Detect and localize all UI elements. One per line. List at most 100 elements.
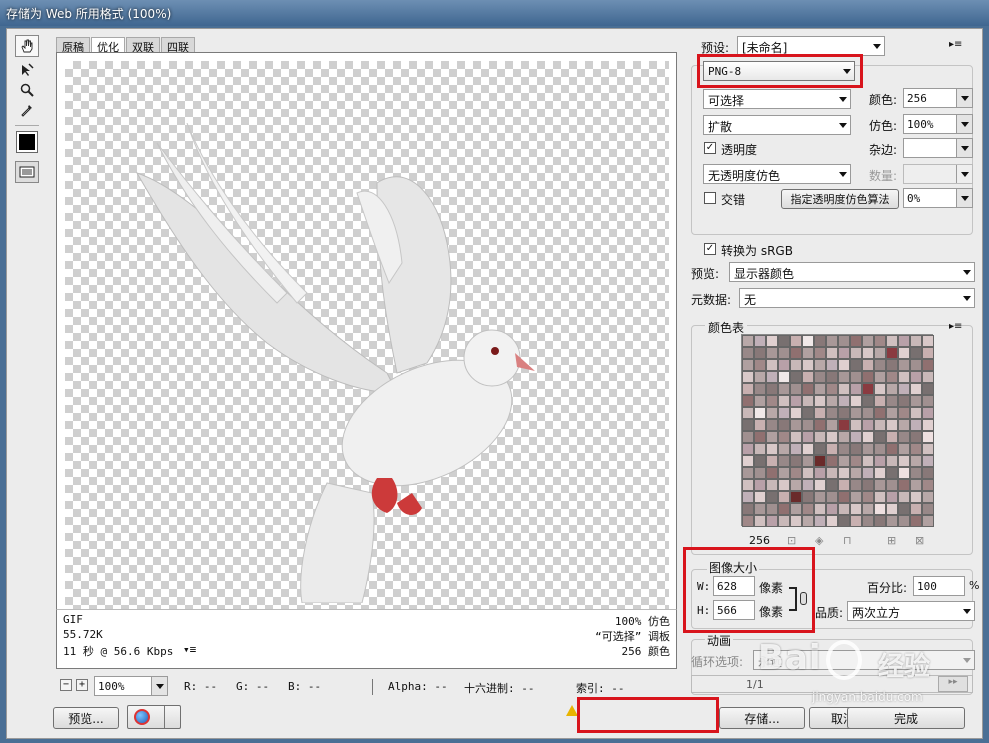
palette-color-cell[interactable] (838, 443, 850, 455)
palette-color-cell[interactable] (790, 467, 802, 479)
palette-color-cell[interactable] (862, 503, 874, 515)
palette-color-cell[interactable] (874, 407, 886, 419)
palette-color-cell[interactable] (862, 455, 874, 467)
new-color-icon[interactable]: ⊞ (887, 534, 896, 547)
palette-color-cell[interactable] (886, 455, 898, 467)
palette-color-cell[interactable] (922, 371, 934, 383)
slice-select-tool-icon[interactable] (15, 59, 39, 81)
quality-select[interactable]: 两次立方 (847, 601, 975, 621)
palette-color-cell[interactable] (814, 431, 826, 443)
palette-color-cell[interactable] (766, 347, 778, 359)
transparency-checkbox[interactable]: ✓ (704, 142, 716, 154)
palette-color-cell[interactable] (922, 383, 934, 395)
palette-color-cell[interactable] (766, 479, 778, 491)
palette-color-cell[interactable] (838, 371, 850, 383)
palette-color-cell[interactable] (754, 371, 766, 383)
web-snap-input[interactable]: 0% (903, 188, 973, 208)
palette-color-cell[interactable] (766, 419, 778, 431)
tab-2up[interactable]: 双联 (126, 37, 160, 54)
save-button[interactable]: 存储... (719, 707, 805, 729)
palette-color-cell[interactable] (886, 371, 898, 383)
palette-color-cell[interactable] (742, 371, 754, 383)
palette-color-cell[interactable] (862, 395, 874, 407)
palette-color-cell[interactable] (814, 443, 826, 455)
palette-color-cell[interactable] (826, 335, 838, 347)
done-button[interactable]: 完成 (847, 707, 965, 729)
palette-color-cell[interactable] (874, 443, 886, 455)
web-shift-icon[interactable]: ◈ (815, 534, 823, 547)
palette-color-cell[interactable] (850, 503, 862, 515)
palette-color-cell[interactable] (778, 383, 790, 395)
palette-color-cell[interactable] (802, 383, 814, 395)
palette-color-cell[interactable] (742, 407, 754, 419)
hand-tool-icon[interactable] (15, 35, 39, 57)
palette-color-cell[interactable] (802, 491, 814, 503)
palette-color-cell[interactable] (886, 491, 898, 503)
palette-color-cell[interactable] (910, 371, 922, 383)
palette-color-cell[interactable] (922, 359, 934, 371)
palette-color-cell[interactable] (766, 455, 778, 467)
palette-color-cell[interactable] (778, 431, 790, 443)
palette-color-cell[interactable] (886, 347, 898, 359)
toggle-slices-icon[interactable] (15, 161, 39, 183)
palette-color-cell[interactable] (778, 407, 790, 419)
palette-color-cell[interactable] (910, 467, 922, 479)
preview-in-browser-button[interactable] (127, 705, 181, 729)
palette-color-cell[interactable] (754, 431, 766, 443)
palette-color-cell[interactable] (898, 335, 910, 347)
palette-color-cell[interactable] (922, 335, 934, 347)
tab-4up[interactable]: 四联 (161, 37, 195, 54)
palette-color-cell[interactable] (874, 515, 886, 527)
dither-algorithm-select[interactable]: 扩散 (703, 115, 851, 135)
palette-color-cell[interactable] (874, 503, 886, 515)
palette-color-cell[interactable] (898, 443, 910, 455)
palette-color-cell[interactable] (862, 347, 874, 359)
palette-color-cell[interactable] (814, 455, 826, 467)
palette-color-cell[interactable] (742, 467, 754, 479)
palette-color-cell[interactable] (802, 419, 814, 431)
palette-color-cell[interactable] (838, 491, 850, 503)
palette-color-cell[interactable] (910, 395, 922, 407)
palette-color-cell[interactable] (850, 407, 862, 419)
palette-color-cell[interactable] (862, 335, 874, 347)
palette-color-cell[interactable] (886, 383, 898, 395)
palette-color-cell[interactable] (862, 443, 874, 455)
palette-color-cell[interactable] (838, 467, 850, 479)
palette-color-cell[interactable] (850, 395, 862, 407)
palette-color-cell[interactable] (898, 383, 910, 395)
palette-color-cell[interactable] (742, 515, 754, 527)
map-color-icon[interactable]: ⊡ (787, 534, 796, 547)
palette-color-cell[interactable] (862, 479, 874, 491)
palette-color-cell[interactable] (850, 479, 862, 491)
palette-color-cell[interactable] (742, 383, 754, 395)
palette-color-cell[interactable] (910, 347, 922, 359)
palette-color-cell[interactable] (790, 479, 802, 491)
zoom-in-button[interactable]: + (76, 679, 88, 691)
palette-color-cell[interactable] (754, 479, 766, 491)
palette-color-cell[interactable] (766, 395, 778, 407)
palette-color-cell[interactable] (910, 455, 922, 467)
preview-select[interactable]: 显示器颜色 (729, 262, 975, 282)
palette-color-cell[interactable] (754, 491, 766, 503)
palette-color-cell[interactable] (802, 407, 814, 419)
palette-color-cell[interactable] (850, 347, 862, 359)
palette-color-cell[interactable] (898, 347, 910, 359)
browser-dropdown-icon[interactable] (164, 706, 180, 728)
palette-color-cell[interactable] (910, 383, 922, 395)
palette-color-cell[interactable] (862, 491, 874, 503)
palette-color-cell[interactable] (838, 395, 850, 407)
color-table-menu-icon[interactable]: ▸≡ (949, 321, 962, 332)
palette-color-cell[interactable] (838, 479, 850, 491)
palette-color-cell[interactable] (838, 431, 850, 443)
palette-color-cell[interactable] (826, 419, 838, 431)
zoom-out-button[interactable]: − (60, 679, 72, 691)
palette-color-cell[interactable] (766, 515, 778, 527)
palette-color-cell[interactable] (898, 395, 910, 407)
palette-color-cell[interactable] (814, 371, 826, 383)
palette-color-cell[interactable] (922, 467, 934, 479)
palette-color-cell[interactable] (826, 359, 838, 371)
palette-color-cell[interactable] (790, 347, 802, 359)
palette-color-cell[interactable] (922, 515, 934, 527)
transparency-dither-algorithm-button[interactable]: 指定透明度仿色算法 (781, 189, 899, 209)
palette-color-cell[interactable] (910, 407, 922, 419)
